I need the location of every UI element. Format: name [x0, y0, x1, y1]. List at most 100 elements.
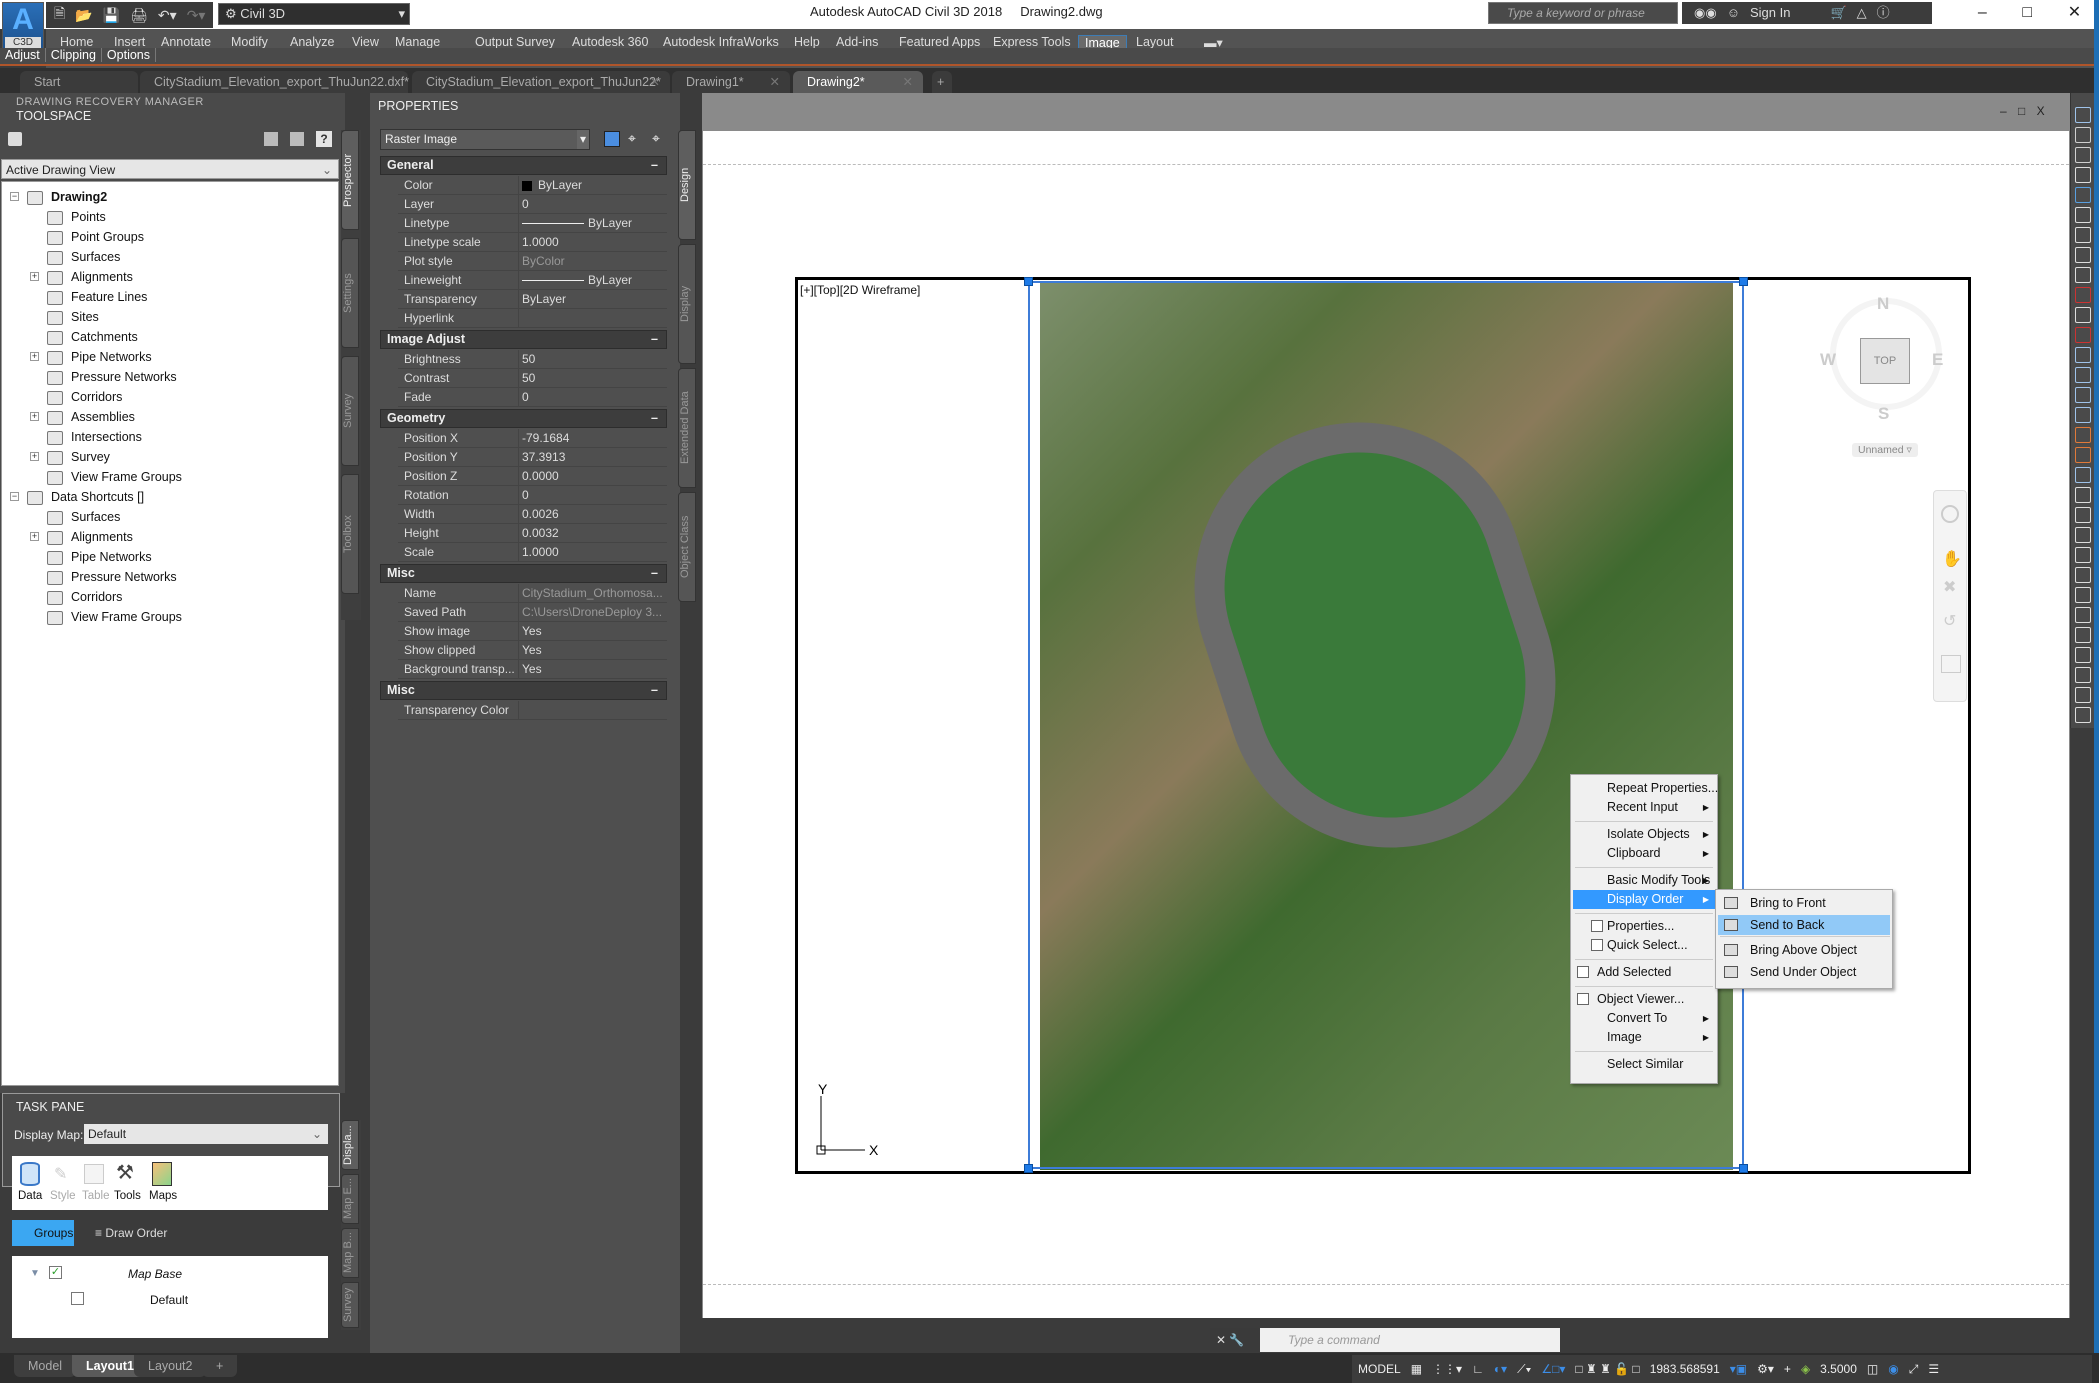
tools-icon[interactable]: ⚒: [116, 1160, 138, 1184]
maps-icon[interactable]: [152, 1162, 172, 1186]
scale-readout[interactable]: 3.5000: [1820, 1362, 1857, 1376]
sign-in-area[interactable]: ◉◉ ☺ Sign In 🛒 △ ⓘ: [1682, 2, 1932, 24]
expand-toggle[interactable]: +: [30, 412, 39, 421]
right-toolbar-tool-icon[interactable]: [2075, 407, 2091, 423]
property-row[interactable]: Background transp... Yes: [398, 660, 667, 679]
tree-catchments[interactable]: Catchments: [47, 327, 138, 347]
property-row[interactable]: Layer 0: [398, 195, 667, 214]
property-section-misc[interactable]: Misc –: [380, 564, 667, 583]
fullscreen-icon[interactable]: ⤢: [1909, 1362, 1919, 1377]
coordinate-readout[interactable]: 1983.568591: [1650, 1362, 1720, 1376]
right-toolbar-tool-icon[interactable]: [2075, 587, 2091, 603]
file-tab[interactable]: Start: [20, 71, 138, 93]
grip-top-left[interactable]: [1024, 277, 1033, 286]
collapse-icon[interactable]: –: [651, 565, 658, 582]
tree-alignments[interactable]: Alignments: [47, 267, 133, 287]
context-menu-item-recent-input[interactable]: Recent Input ▶: [1573, 798, 1715, 817]
tree-feature-lines[interactable]: Feature Lines: [47, 287, 147, 307]
compass-east[interactable]: E: [1932, 350, 1943, 370]
panel-options[interactable]: Options: [101, 48, 157, 62]
expand-toggle[interactable]: +: [30, 452, 39, 461]
units-icon[interactable]: ◫: [1867, 1362, 1878, 1376]
right-toolbar-tool-icon[interactable]: [2075, 387, 2091, 403]
pan-icon[interactable]: ✋: [1942, 549, 1962, 569]
right-toolbar-tool-icon[interactable]: [2075, 487, 2091, 503]
help-search-input[interactable]: Type a keyword or phrase: [1488, 2, 1678, 24]
tree-intersections[interactable]: Intersections: [47, 427, 142, 447]
property-section-image-adjust[interactable]: Image Adjust –: [380, 330, 667, 349]
sign-in-button[interactable]: Sign In: [1750, 2, 1790, 24]
layer-map-base[interactable]: Map Base: [128, 1267, 182, 1281]
layout-tab-layout2[interactable]: Layout2: [134, 1355, 207, 1377]
context-menu-item-convert-to[interactable]: Convert To ▶: [1573, 1009, 1715, 1028]
tree-shortcut-corridors[interactable]: Corridors: [47, 587, 122, 607]
tree-view-frame-groups[interactable]: View Frame Groups: [47, 467, 182, 487]
tree-sites[interactable]: Sites: [47, 307, 99, 327]
property-section-general[interactable]: General –: [380, 156, 667, 175]
undo-icon[interactable]: ↶▾: [158, 7, 177, 24]
snap-icon[interactable]: ⋮⋮▾: [1432, 1362, 1462, 1376]
tree-points[interactable]: Points: [47, 207, 106, 227]
context-menu-item-isolate-objects[interactable]: Isolate Objects ▶: [1573, 825, 1715, 844]
redo-icon[interactable]: ↷▾: [187, 7, 206, 24]
list-view-icon[interactable]: [290, 132, 304, 146]
property-row[interactable]: Brightness 50: [398, 350, 667, 369]
viewcube-top-face[interactable]: TOP: [1860, 338, 1910, 384]
application-menu-button[interactable]: A C3D: [2, 2, 44, 54]
submenu-item-send-to-back[interactable]: Send to Back: [1718, 915, 1890, 935]
model-paper-toggle[interactable]: MODEL: [1358, 1362, 1401, 1376]
right-toolbar-tool-icon[interactable]: [2075, 147, 2091, 163]
drawing-recovery-header[interactable]: DRAWING RECOVERY MANAGER: [16, 96, 204, 108]
context-menu-item-properties[interactable]: Properties...: [1573, 917, 1715, 936]
property-row[interactable]: Fade 0: [398, 388, 667, 407]
customize-menu-icon[interactable]: ☰: [1928, 1362, 1939, 1376]
right-toolbar-tool-icon[interactable]: [2075, 547, 2091, 563]
new-icon[interactable]: 🗎: [54, 3, 65, 27]
expand-toggle[interactable]: +: [30, 272, 39, 281]
property-row[interactable]: Plot style ByColor: [398, 252, 667, 271]
plot-icon[interactable]: 🖨: [130, 7, 148, 24]
tree-corridors[interactable]: Corridors: [47, 387, 122, 407]
collapse-icon[interactable]: –: [651, 682, 658, 699]
right-toolbar-tool-icon[interactable]: [2075, 527, 2091, 543]
property-row[interactable]: Width 0.0026: [398, 505, 667, 524]
tab-prospector[interactable]: Prospector: [341, 130, 359, 230]
compass-west[interactable]: W: [1820, 350, 1836, 370]
right-toolbar-tool-icon[interactable]: [2075, 427, 2091, 443]
workspace-dropdown[interactable]: ⚙ Civil 3D ▾: [218, 3, 410, 25]
file-tab[interactable]: CityStadium_Elevation_export_ThuJun22.dx…: [140, 71, 409, 111]
map-base-checkbox[interactable]: ✓: [49, 1266, 62, 1279]
close-tab-icon[interactable]: ✕: [903, 71, 913, 93]
expand-toggle[interactable]: +: [30, 532, 39, 541]
right-toolbar-tool-icon[interactable]: [2075, 707, 2091, 723]
right-toolbar-tool-icon[interactable]: [2075, 627, 2091, 643]
isodraft-icon[interactable]: ⟋▾: [1517, 1362, 1531, 1377]
tool-tools[interactable]: Tools: [114, 1190, 141, 1202]
property-row[interactable]: Height 0.0032: [398, 524, 667, 543]
tree-shortcut-pipe-networks[interactable]: Pipe Networks: [47, 547, 152, 567]
right-toolbar-tool-icon[interactable]: [2075, 507, 2091, 523]
compass-south[interactable]: S: [1878, 404, 1889, 424]
submenu-item-send-under-object[interactable]: Send Under Object: [1718, 962, 1890, 982]
viewport-controls-label[interactable]: [+][Top][2D Wireframe]: [800, 283, 920, 297]
right-toolbar-tool-icon[interactable]: [2075, 447, 2091, 463]
collapse-icon[interactable]: –: [651, 331, 658, 348]
help-icon[interactable]: ⓘ: [1877, 2, 1890, 24]
property-row[interactable]: Show image Yes: [398, 622, 667, 641]
property-row[interactable]: Transparency Color: [398, 701, 667, 720]
right-toolbar-tool-icon[interactable]: [2075, 367, 2091, 383]
hardware-acceleration-icon[interactable]: ◉: [1888, 1362, 1898, 1376]
context-menu-item-basic-modify-tools[interactable]: Basic Modify Tools ▶: [1573, 871, 1715, 890]
workspace-gear-icon[interactable]: ⚙▾: [1757, 1362, 1774, 1376]
tab-map-explorer[interactable]: Map E...: [341, 1174, 359, 1224]
polar-icon[interactable]: ◐▾: [1494, 1362, 1507, 1376]
groups-button[interactable]: Groups: [12, 1220, 74, 1246]
a360-icon[interactable]: △: [1857, 2, 1867, 24]
context-menu-item-select-similar[interactable]: Select Similar: [1573, 1055, 1715, 1074]
property-row[interactable]: Position Z 0.0000: [398, 467, 667, 486]
property-row[interactable]: Position X -79.1684: [398, 429, 667, 448]
right-toolbar-tool-icon[interactable]: [2075, 687, 2091, 703]
right-toolbar-tool-icon[interactable]: [2075, 207, 2091, 223]
grip-bottom-right[interactable]: [1739, 1164, 1748, 1173]
property-row[interactable]: Hyperlink: [398, 309, 667, 328]
